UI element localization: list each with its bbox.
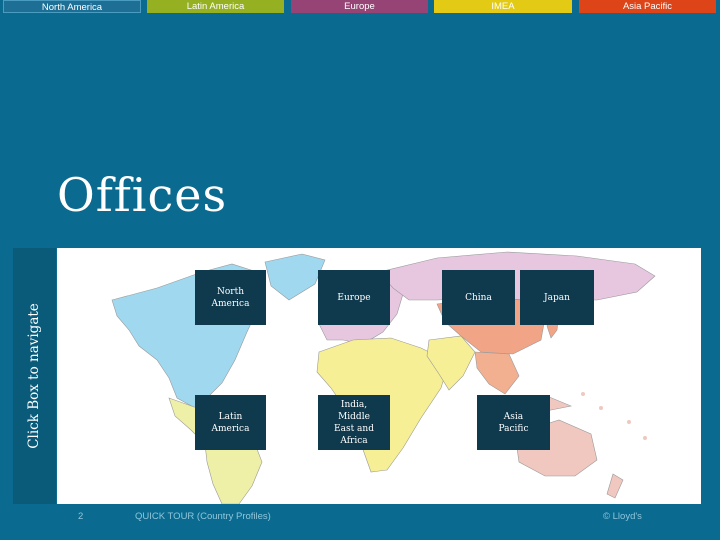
europe-button[interactable]: Europe	[318, 270, 390, 325]
southeast-asia-shape	[474, 351, 520, 395]
asia-pacific-button[interactable]: Asia Pacific	[477, 395, 550, 450]
pacific-island	[627, 420, 631, 424]
tab-latin-america[interactable]: Latin America	[147, 0, 284, 13]
tab-europe[interactable]: Europe	[291, 0, 428, 13]
china-button[interactable]: China	[442, 270, 515, 325]
greenland-shape	[264, 253, 326, 301]
pacific-island	[581, 392, 585, 396]
copyright: © Lloyd's	[603, 511, 642, 522]
quick-tour-label: QUICK TOUR (Country Profiles)	[135, 511, 271, 522]
japan-button[interactable]: Japan	[520, 270, 594, 325]
page-title: Offices	[57, 168, 228, 222]
imea-button[interactable]: India, Middle East and Africa	[318, 395, 390, 450]
new-zealand-shape	[606, 473, 624, 499]
pacific-island	[599, 406, 603, 410]
page-number: 2	[78, 511, 84, 522]
tab-north-america[interactable]: North America	[3, 0, 141, 13]
tab-asia-pacific[interactable]: Asia Pacific	[579, 0, 716, 13]
navigate-hint: Click Box to navigate	[26, 303, 42, 449]
pacific-island	[643, 436, 647, 440]
russia-shape	[378, 251, 656, 301]
tab-imea[interactable]: IMEA	[434, 0, 572, 13]
north-america-button[interactable]: North America	[195, 270, 266, 325]
latin-america-button[interactable]: Latin America	[195, 395, 266, 450]
